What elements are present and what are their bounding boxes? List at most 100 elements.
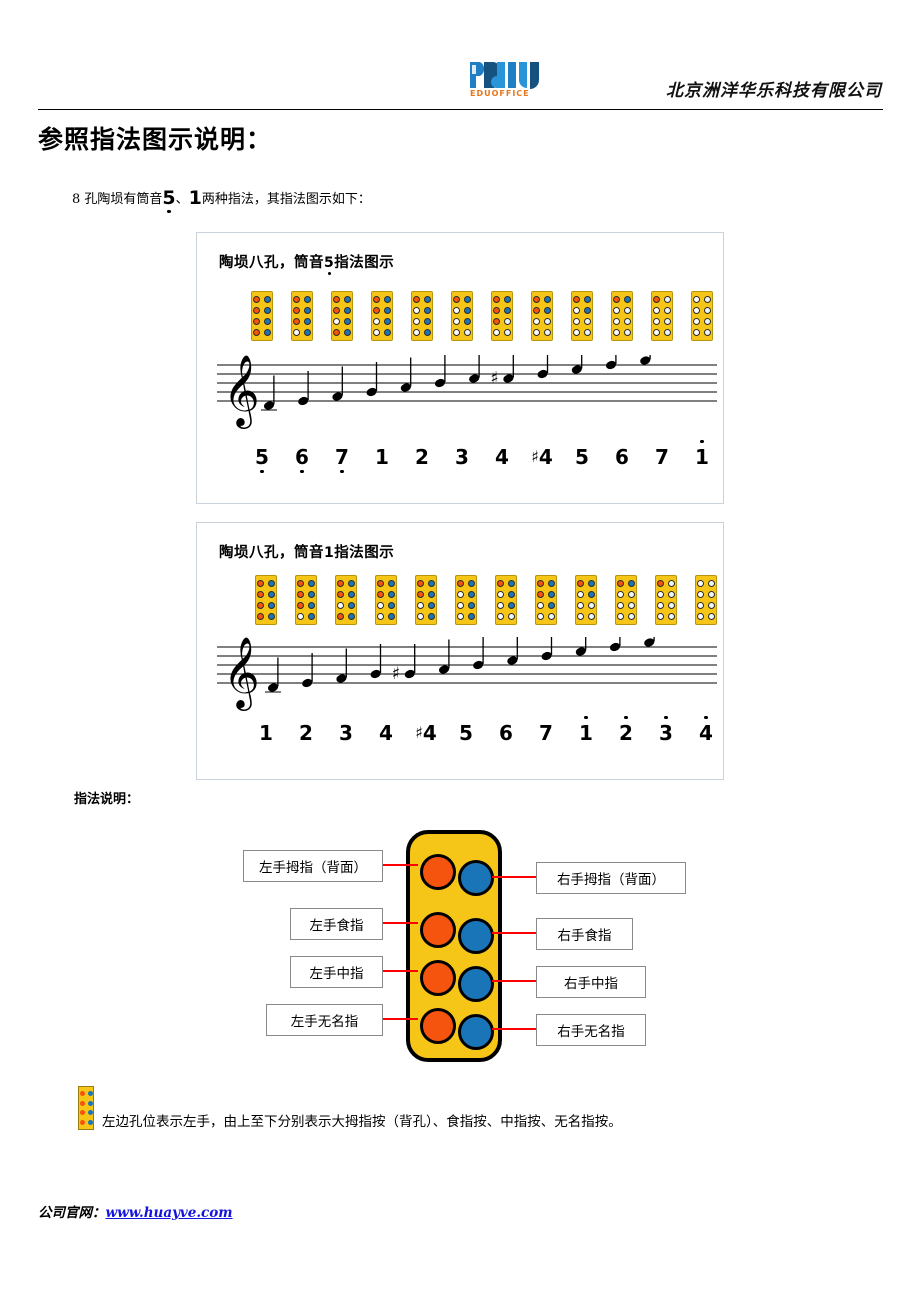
mini-hole-left: [79, 1119, 85, 1125]
hole-right-closed: [548, 602, 555, 609]
hole-right-closed: [584, 296, 591, 303]
ocarina-legend-diagram: 左手拇指（背面） 左手食指 左手中指 左手无名指 右手拇指（背面） 右手食指 右…: [0, 820, 920, 1080]
fingering-hole-row: [617, 580, 635, 587]
notation-number: 7: [535, 721, 557, 745]
fingering-hole-row: [533, 329, 551, 336]
hole-right-open: [668, 580, 675, 587]
hole-right-closed: [428, 602, 435, 609]
leader-left-1: [382, 864, 418, 866]
hole-left-closed: [457, 580, 464, 587]
hole-right-open: [708, 613, 715, 620]
fingering-hole-row: [453, 329, 471, 336]
fingering-chip: [571, 291, 593, 341]
chart-2-fingering-row: [255, 575, 717, 625]
fingering-hole-row: [617, 591, 635, 598]
hole-right-closed: [628, 580, 635, 587]
hole-left-closed: [493, 307, 500, 314]
notation-digit: 5: [459, 721, 473, 745]
fingering-hole-row: [537, 591, 555, 598]
notation-number: 2: [615, 716, 637, 745]
label-right-ring: 右手无名指: [536, 1014, 646, 1046]
hole-left-open: [333, 318, 340, 325]
fingering-hole-row: [573, 307, 591, 314]
fingering-hole-row: [653, 318, 671, 325]
fingering-hole-row: [577, 580, 595, 587]
fingering-chip: [371, 291, 393, 341]
hole-left-closed: [257, 613, 264, 620]
fingering-hole-row: [457, 613, 475, 620]
hole-left-closed: [293, 296, 300, 303]
hole-right-open: [588, 602, 595, 609]
fingering-hole-row: [413, 296, 431, 303]
hole-right-closed: [384, 318, 391, 325]
fingering-chip: [615, 575, 637, 625]
mini-hole-left: [79, 1110, 85, 1116]
hole-right-open: [704, 307, 711, 314]
fingering-chart-2: 陶埙八孔，筒音1指法图示 𝄞 ♯ 1 2 3 4 ♯4 5 6 7 1 2 3 4: [196, 522, 724, 780]
hole-left-open: [497, 613, 504, 620]
fingering-hole-row: [577, 613, 595, 620]
fingering-chip: [451, 291, 473, 341]
hole-left-open: [657, 591, 664, 598]
hole-left-open: [653, 329, 660, 336]
fingering-hole-row: [657, 602, 675, 609]
fingering-chip: [455, 575, 477, 625]
hole-left-open: [537, 613, 544, 620]
hole-right-closed: [424, 296, 431, 303]
hole-right-open: [508, 613, 515, 620]
hole-right-closed: [304, 307, 311, 314]
hole-right-closed: [464, 307, 471, 314]
fingering-hole-row: [693, 296, 711, 303]
hole-right-closed: [304, 318, 311, 325]
hole-right-closed: [468, 580, 475, 587]
fingering-hole-row: [257, 591, 275, 598]
logo-wordmark: EDUOFFICE: [470, 89, 530, 98]
hole-left-open: [617, 602, 624, 609]
notation-digit: 6: [615, 445, 629, 469]
fingering-hole-row: [373, 296, 391, 303]
fingering-hole-row: [453, 296, 471, 303]
fingering-hole-row: [577, 591, 595, 598]
company-website-link[interactable]: www.huayve.com: [106, 1205, 233, 1221]
fingering-chip: [495, 575, 517, 625]
hole-right-closed: [268, 591, 275, 598]
hole-left-open: [457, 591, 464, 598]
fingering-chip: [375, 575, 397, 625]
mini-hole-row: [79, 1091, 93, 1097]
hole-left-open: [573, 318, 580, 325]
hole-right-open: [708, 580, 715, 587]
hole-right-closed: [344, 296, 351, 303]
notation-digit: 2: [619, 716, 633, 745]
hole-right-closed: [304, 296, 311, 303]
chart-2-title-suffix: 指法图示: [334, 544, 395, 561]
hole-right-closed: [588, 580, 595, 587]
fingering-hole-row: [377, 591, 395, 598]
fingering-hole-row: [257, 613, 275, 620]
hole-right-closed: [508, 580, 515, 587]
fingering-chip: [531, 291, 553, 341]
hole-left-closed: [453, 296, 460, 303]
notation-number: 4: [375, 721, 397, 745]
fingering-chip: [535, 575, 557, 625]
label-left-middle: 左手中指: [290, 956, 383, 988]
notation-digit: 6: [295, 445, 309, 473]
mini-hole-row: [79, 1100, 93, 1106]
notation-digit: 3: [455, 445, 469, 469]
hole-left-open: [573, 307, 580, 314]
fingering-hole-row: [533, 318, 551, 325]
fingering-chip: [655, 575, 677, 625]
fingering-chip: [695, 575, 717, 625]
fingering-hole-row: [377, 602, 395, 609]
hole-right-closed: [344, 329, 351, 336]
fingering-hole-row: [573, 296, 591, 303]
fingering-hole-row: [613, 318, 631, 325]
hole-left-closed: [537, 580, 544, 587]
hole-right-closed: [264, 329, 271, 336]
intro-note-a: 5: [162, 187, 176, 213]
hole-left-closed: [297, 602, 304, 609]
hole-right-closed: [388, 580, 395, 587]
hole-left-closed: [417, 580, 424, 587]
hole-right-open: [704, 329, 711, 336]
notation-digit: 2: [415, 445, 429, 469]
hole-right-open: [624, 329, 631, 336]
